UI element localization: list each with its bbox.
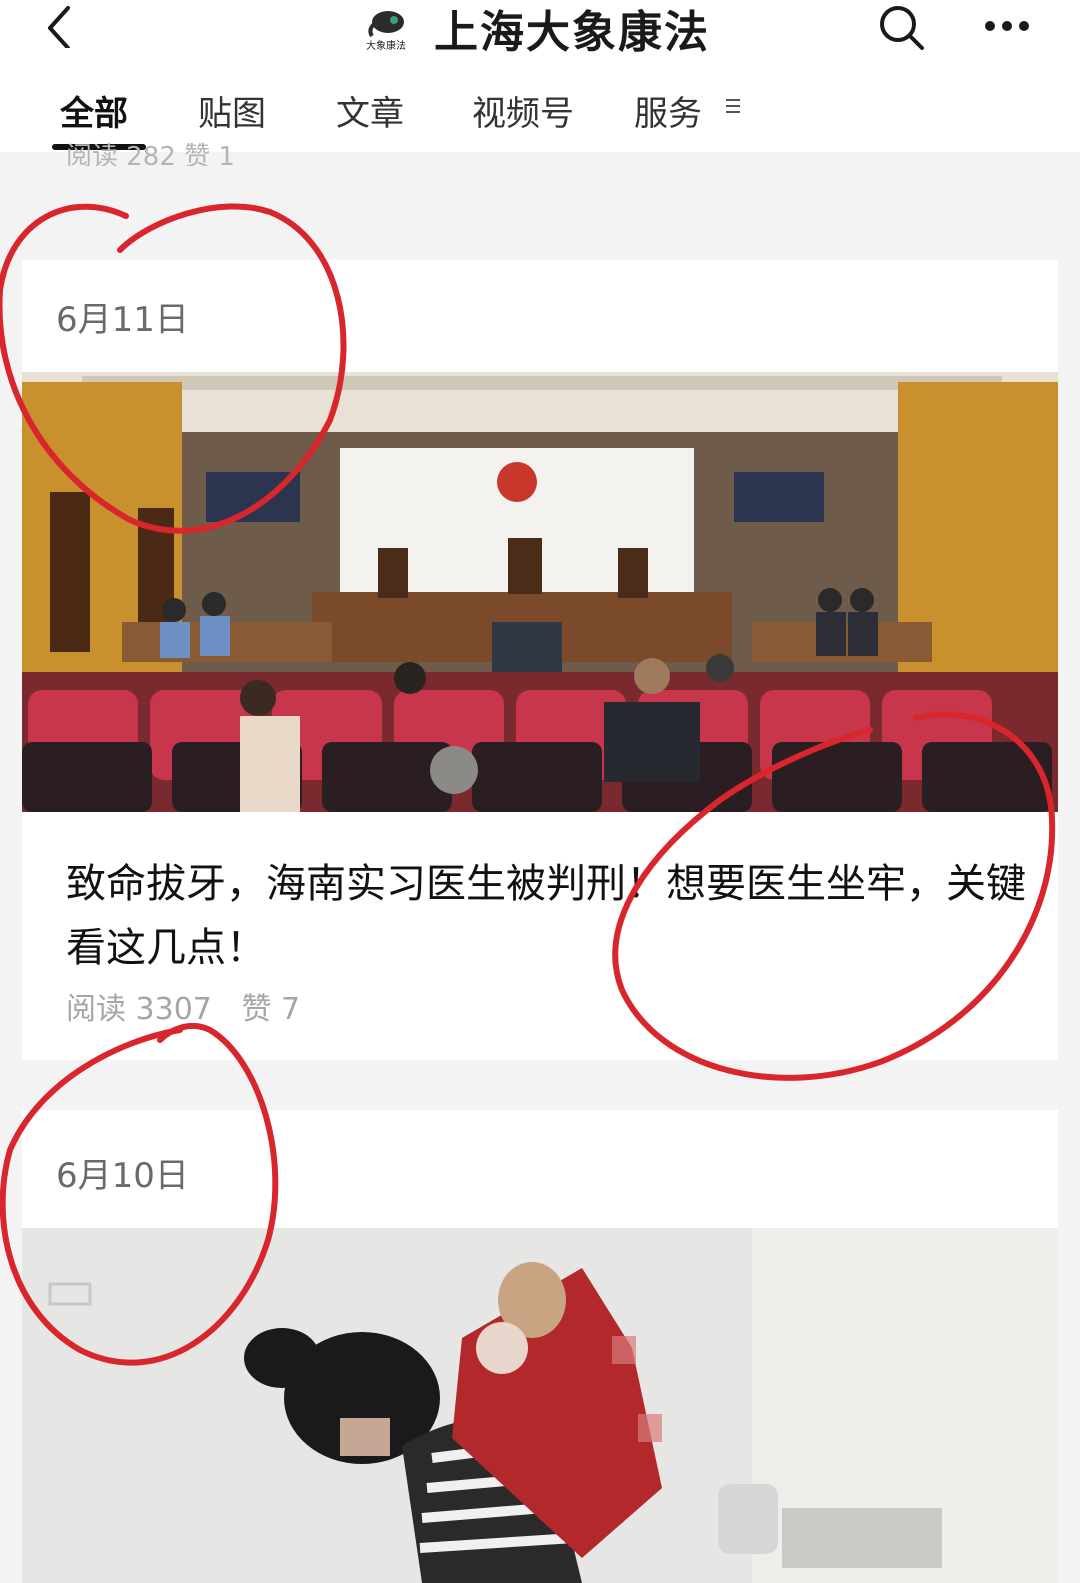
more-button[interactable] [978,4,1038,48]
post-date: 6月10日 [56,1156,189,1196]
more-dots-icon [985,21,1029,31]
courtroom-image [22,372,1058,812]
nurse-photo[interactable] [22,1228,1058,1583]
tab-channels[interactable]: 视频号 [472,86,574,135]
like-count: 赞 7 [241,992,301,1027]
previous-post-meta: 阅读 282 赞 1 [66,142,235,166]
account-logo: 大象康法 [366,11,406,52]
back-button[interactable] [40,4,84,50]
courtroom-photo[interactable] [22,372,1058,812]
search-button[interactable] [876,2,928,54]
top-bar: 大象康法 上海大象康法 [0,0,1080,64]
read-count: 阅读 3307 [66,992,212,1027]
menu-lines-icon[interactable] [724,98,742,114]
account-name: 上海大象康法 [434,7,710,58]
tab-articles[interactable]: 文章 [336,86,404,135]
article-stats: 阅读 3307 赞 7 [66,984,320,1028]
chevron-left-icon [48,6,70,50]
post-date: 6月11日 [56,300,189,340]
tab-images[interactable]: 贴图 [198,86,266,135]
tab-services[interactable]: 服务 [634,86,702,135]
nurse-carrying-child-image [22,1228,1058,1583]
tab-all[interactable]: 全部 [60,86,128,135]
search-icon [880,6,924,50]
article-title[interactable]: 致命拔牙，海南实习医生被判刑！想要医生坐牢，关键看这几点！ [66,852,1026,980]
svg-text:大象康法: 大象康法 [366,39,406,52]
account-title-group[interactable]: 大象康法 上海大象康法 [360,0,710,58]
